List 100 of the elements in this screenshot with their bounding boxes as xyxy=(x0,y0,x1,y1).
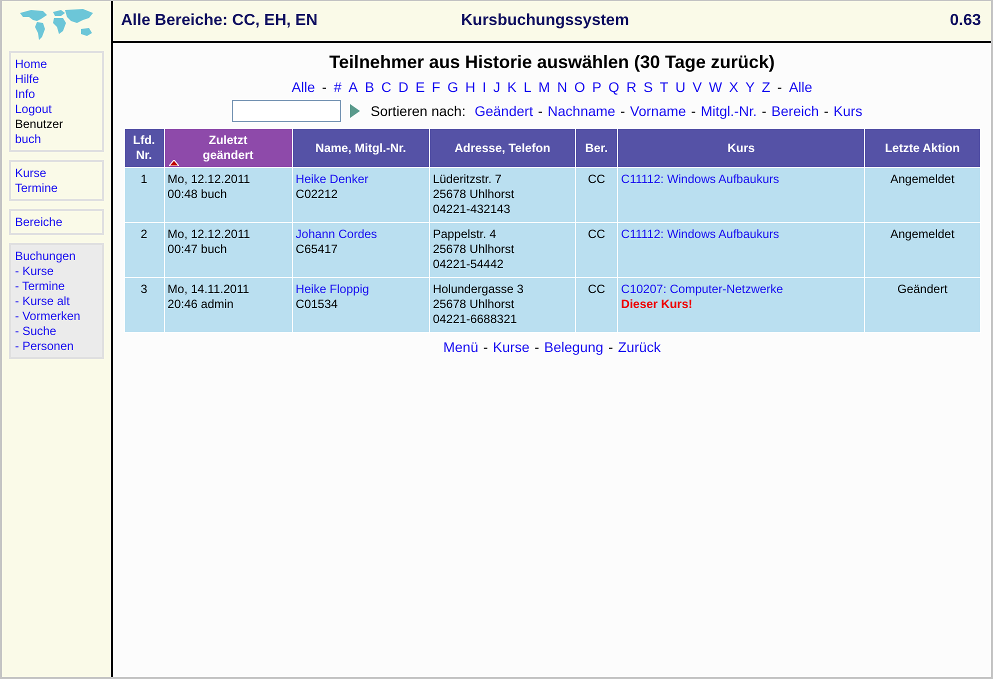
date-text: 00:47 buch xyxy=(168,242,228,257)
column-header[interactable]: Kurs xyxy=(618,128,865,168)
menu-link[interactable]: - Kurse xyxy=(15,264,98,279)
letter-link[interactable]: I xyxy=(482,79,486,95)
menu-link[interactable]: Bereiche xyxy=(15,215,98,230)
name-link[interactable]: Heike Floppig xyxy=(296,282,426,297)
letter-link[interactable]: L xyxy=(524,79,532,95)
separator: - xyxy=(483,339,488,355)
menu-link[interactable]: Home xyxy=(15,57,98,72)
sort-label: Sortieren nach: xyxy=(370,103,466,119)
letter-link[interactable]: N xyxy=(557,79,568,95)
table-cell: Geändert xyxy=(864,278,980,332)
letter-link[interactable]: V xyxy=(692,79,702,95)
column-header[interactable]: Lfd. Nr. xyxy=(124,128,164,168)
separator: - xyxy=(534,339,540,355)
menu-link[interactable]: Hilfe xyxy=(15,72,98,87)
separator: - xyxy=(608,339,613,355)
date-text: 20:46 admin xyxy=(168,297,235,312)
footer-link[interactable]: Menü xyxy=(443,339,478,355)
letter-link[interactable]: Alle xyxy=(292,79,316,95)
letter-link[interactable]: Y xyxy=(745,79,755,95)
column-header[interactable]: Adresse, Telefon xyxy=(429,128,576,168)
course-link[interactable]: C10207: Computer-Netzwerke xyxy=(621,282,862,297)
date-text: Mo, 14.11.2011 xyxy=(168,282,250,297)
menu-link[interactable]: - Personen xyxy=(15,339,98,354)
letter-link[interactable]: H xyxy=(465,79,476,95)
course-note: Dieser Kurs! xyxy=(621,297,694,312)
member-number: C65417 xyxy=(296,242,339,257)
separator: - xyxy=(762,103,766,119)
search-field[interactable] xyxy=(232,100,341,122)
table-cell: CC xyxy=(575,222,618,278)
column-header[interactable]: Letzte Aktion xyxy=(864,128,980,168)
name-link[interactable]: Johann Cordes xyxy=(296,227,426,242)
address-text: Pappelstr. 4 xyxy=(432,227,498,242)
letter-link[interactable]: U xyxy=(675,79,686,95)
page-title: Teilnehmer aus Historie auswählen (30 Tage zurück) xyxy=(329,52,775,73)
letter-link[interactable]: # xyxy=(334,79,342,95)
name-link[interactable]: Heike Denker xyxy=(296,172,426,187)
menu-link[interactable]: Kurse xyxy=(15,166,98,181)
menu-link[interactable]: Buchungen xyxy=(15,249,98,264)
letter-link[interactable]: J xyxy=(493,79,500,95)
table-cell: Angemeldet xyxy=(864,222,980,278)
separator: - xyxy=(620,103,626,119)
address-text: 04221-54442 xyxy=(432,257,505,272)
date-text: Mo, 12.12.2011 xyxy=(168,227,252,242)
menu-label: Benutzer xyxy=(15,117,64,132)
menu-link[interactable]: buch xyxy=(15,132,98,147)
address-text: 25678 Uhlhorst xyxy=(432,297,516,312)
sort-link[interactable]: Vorname xyxy=(630,103,686,119)
column-header[interactable]: Zuletzt geändert xyxy=(164,128,292,168)
table-cell: 3 xyxy=(124,278,164,332)
letter-link[interactable]: P xyxy=(592,79,602,95)
letter-link[interactable]: Z xyxy=(762,79,770,95)
letter-link[interactable]: B xyxy=(364,79,374,95)
letter-link[interactable]: K xyxy=(507,79,517,95)
letter-link[interactable]: R xyxy=(626,79,636,95)
letter-link[interactable]: F xyxy=(432,79,440,95)
letter-link[interactable]: S xyxy=(643,79,653,95)
footer-link[interactable]: Zurück xyxy=(618,339,661,355)
letter-link[interactable]: O xyxy=(574,79,586,95)
sort-link[interactable]: Mitgl.-Nr. xyxy=(700,103,757,119)
sort-link[interactable]: Geändert xyxy=(474,103,533,119)
letter-link[interactable]: X xyxy=(729,79,738,95)
footer-link[interactable]: Kurse xyxy=(492,339,530,355)
menu-link[interactable]: - Suche xyxy=(15,324,98,339)
letter-link[interactable]: G xyxy=(447,79,458,95)
menu-link[interactable]: - Termine xyxy=(15,279,98,294)
member-number: C02212 xyxy=(296,187,339,202)
separator: - xyxy=(691,103,696,119)
sort-link[interactable]: Kurs xyxy=(834,103,862,119)
separator: - xyxy=(538,103,543,119)
footer-link[interactable]: Belegung xyxy=(544,339,604,355)
menu-link[interactable]: Termine xyxy=(15,181,98,196)
play-icon[interactable] xyxy=(350,104,360,118)
letter-link[interactable]: W xyxy=(708,79,722,95)
letter-link[interactable]: Alle xyxy=(788,79,812,95)
date-text: 00:48 buch xyxy=(168,187,228,202)
table-cell: 2 xyxy=(124,222,164,278)
letter-link[interactable]: A xyxy=(348,79,358,95)
menu-link[interactable]: Info xyxy=(15,87,98,102)
menu-link[interactable]: - Kurse alt xyxy=(15,294,98,309)
letter-link[interactable]: M xyxy=(538,79,550,95)
sort-link[interactable]: Bereich xyxy=(771,103,819,119)
letter-link[interactable]: T xyxy=(660,79,668,95)
menu-link[interactable]: - Vormerken xyxy=(15,309,98,324)
letter-link[interactable]: E xyxy=(415,79,425,95)
table-cell: 1 xyxy=(124,168,164,222)
column-header[interactable]: Ber. xyxy=(575,128,618,168)
date-text: Mo, 12.12.2011 xyxy=(168,172,252,187)
letter-link[interactable]: D xyxy=(398,79,408,95)
letter-link[interactable]: Q xyxy=(608,79,620,95)
sort-link[interactable]: Nachname xyxy=(548,103,616,119)
address-text: 04221-6688321 xyxy=(432,312,518,327)
separator: - xyxy=(824,103,829,119)
menu-link[interactable]: Logout xyxy=(15,102,98,117)
column-header[interactable]: Name, Mitgl.-Nr. xyxy=(292,128,430,168)
version-label: 0.63 xyxy=(950,12,981,30)
letter-link[interactable]: C xyxy=(381,79,392,95)
table-cell: CC xyxy=(575,278,618,332)
address-text: Lüderitzstr. 7 xyxy=(432,172,503,187)
